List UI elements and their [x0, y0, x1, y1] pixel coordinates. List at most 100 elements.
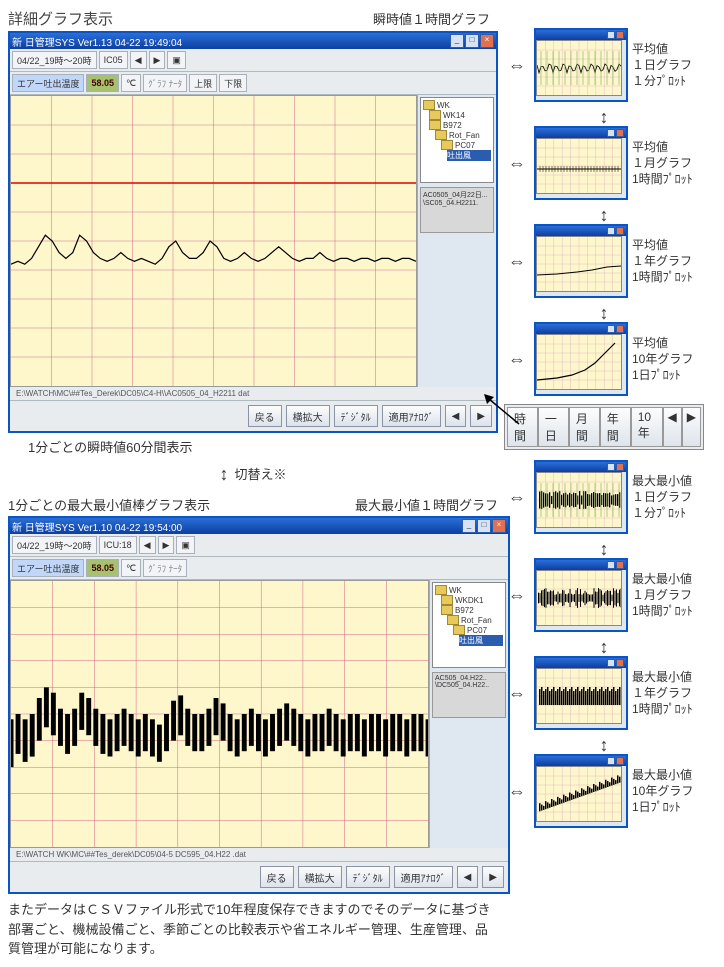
bar-chart: [10, 580, 429, 848]
description-text: またデータはＣＳＶファイル形式で10年程度保存できますのでそのデータに基づき部署…: [8, 900, 498, 959]
leftright-arrow-icon: ⇔: [504, 488, 530, 506]
folder-icon: [423, 100, 435, 110]
back-button[interactable]: 戻る: [248, 405, 282, 427]
thumbnail-label: 最大最小値10年グラフ1日ﾌﾟﾛｯﾄ: [632, 767, 693, 816]
thumbnail-label: 最大最小値１月グラフ1時間ﾌﾟﾛｯﾄ: [632, 571, 693, 620]
folder-icon: [441, 140, 453, 150]
unit-label: ℃: [121, 74, 141, 92]
file-info-box: AC505_04.H22.. \DC505_04.H22..: [432, 672, 506, 718]
thumbnail-label: 平均値１月グラフ1時間ﾌﾟﾛｯﾄ: [632, 139, 693, 188]
updown-arrow-icon: ↕: [504, 736, 704, 754]
thumbnail-window[interactable]: [534, 126, 628, 200]
leftright-arrow-icon: ⇔: [504, 684, 530, 702]
window-title: 新 日管理SYS Ver1.13 04-22 19:49:04: [12, 34, 182, 49]
file-path: E:\WATCH WK\MC\##Tes_derek\DC05\04-5 DC5…: [10, 848, 508, 861]
sub-title-bottom: 最大最小値１時間グラフ: [210, 495, 498, 514]
folder-icon: [429, 110, 441, 120]
nav-prev-icon[interactable]: ◀: [457, 866, 479, 888]
leftright-arrow-icon: ⇔: [504, 56, 530, 74]
range-day-button[interactable]: 一日: [538, 407, 569, 447]
digital-button[interactable]: ﾃﾞｼﾞﾀﾙ: [334, 405, 378, 427]
sub-title-top: 瞬時値１時間グラフ: [113, 9, 490, 28]
nav-next-icon[interactable]: ▶: [149, 51, 166, 69]
range-next-icon[interactable]: ▶: [682, 407, 701, 447]
thumbnail-label: 最大最小値１日グラフ１分ﾌﾟﾛｯﾄ: [632, 473, 692, 522]
toolbar-misc[interactable]: ▣: [167, 51, 186, 69]
thumbnail-window[interactable]: [534, 28, 628, 102]
nav-next-icon[interactable]: ▶: [158, 536, 175, 554]
thumbnail-label: 平均値10年グラフ1日ﾌﾟﾛｯﾄ: [632, 335, 693, 384]
maximize-icon[interactable]: □: [465, 34, 479, 48]
analog-button[interactable]: 適用ｱﾅﾛｸﾞ: [394, 866, 453, 888]
date-selector[interactable]: 04/22_19時～20時: [12, 536, 97, 554]
digital-button[interactable]: ﾃﾞｼﾞﾀﾙ: [346, 866, 390, 888]
range-prev-icon[interactable]: ◀: [663, 407, 682, 447]
folder-icon: [429, 120, 441, 130]
updown-arrow-icon: ↕: [504, 206, 704, 224]
range-year-button[interactable]: 年間: [600, 407, 631, 447]
thumbnail-window[interactable]: [534, 224, 628, 298]
upper-limit-field[interactable]: 上限: [189, 74, 217, 92]
thumbnail-window[interactable]: [534, 322, 628, 396]
caption-line-graph: 1分ごとの瞬時値60分間表示: [28, 437, 498, 456]
date-selector[interactable]: 04/22_19時～20時: [12, 51, 97, 69]
updown-arrow-icon: ↕: [504, 304, 704, 322]
current-value: 58.05: [86, 559, 119, 577]
back-button[interactable]: 戻る: [260, 866, 294, 888]
switch-indicator: ↕ 切替え※: [8, 464, 498, 483]
folder-icon: [435, 585, 447, 595]
lower-limit-field[interactable]: 下限: [219, 74, 247, 92]
maximize-icon[interactable]: □: [477, 519, 491, 533]
window-title-bar[interactable]: 新 日管理SYS Ver1.10 04-22 19:54:00 _ □ ×: [10, 518, 508, 534]
leftright-arrow-icon: ⇔: [504, 350, 530, 368]
nav-prev-icon[interactable]: ◀: [445, 405, 467, 427]
nav-prev-icon[interactable]: ◀: [139, 536, 156, 554]
thumbnail-window[interactable]: [534, 460, 628, 534]
folder-icon: [453, 625, 465, 635]
device-tree[interactable]: WK WK14 B972 Rot_Fan PC07 吐出風: [420, 97, 494, 183]
caption-bar-graph: 1分ごとの最大最小値棒グラフ表示: [8, 495, 210, 514]
pointer-arrow-icon: [484, 394, 524, 434]
current-value: 58.05: [86, 74, 119, 92]
thumbnail-label: 最大最小値１年グラフ1時間ﾌﾟﾛｯﾄ: [632, 669, 693, 718]
window-title-bar[interactable]: 新 日管理SYS Ver1.13 04-22 19:49:04 _ □ ×: [10, 33, 496, 49]
folder-icon: [447, 615, 459, 625]
toolbar-misc[interactable]: ▣: [176, 536, 195, 554]
updown-arrow-icon: ↕: [219, 465, 228, 483]
nav-prev-icon[interactable]: ◀: [130, 51, 147, 69]
leftright-arrow-icon: ⇔: [504, 252, 530, 270]
file-info-box: AC0505_04月22日... \SC05_04.H2211.: [420, 187, 494, 233]
range-10year-button[interactable]: 10年: [631, 407, 663, 447]
unit-label: ℃: [121, 559, 141, 577]
channel-label: エアー吐出温度: [12, 74, 84, 92]
zoom-h-button[interactable]: 横拡大: [298, 866, 342, 888]
updown-arrow-icon: ↕: [504, 540, 704, 558]
thumbnail-window[interactable]: [534, 558, 628, 632]
thumbnail-label: 平均値１年グラフ1時間ﾌﾟﾛｯﾄ: [632, 237, 693, 286]
thumbnail-window[interactable]: [534, 754, 628, 828]
device-tree[interactable]: WK WKDK1 B972 Rot_Fan PC07 吐出風: [432, 582, 506, 668]
thumbnail-label: 平均値１日グラフ１分ﾌﾟﾛｯﾄ: [632, 41, 692, 90]
minimize-icon[interactable]: _: [462, 519, 476, 533]
file-path: E:\WATCH\MC\##Tes_Derek\DC05\C4-H\\AC050…: [10, 387, 496, 400]
minimize-icon[interactable]: _: [450, 34, 464, 48]
tab-graph-data[interactable]: ｸﾞﾗﾌ ﾅｰﾀ: [143, 559, 187, 577]
window-title: 新 日管理SYS Ver1.10 04-22 19:54:00: [12, 519, 182, 534]
nav-next-icon[interactable]: ▶: [482, 866, 504, 888]
code-selector[interactable]: IC05: [99, 51, 128, 69]
channel-label: エアー吐出温度: [12, 559, 84, 577]
close-icon[interactable]: ×: [480, 34, 494, 48]
analog-button[interactable]: 適用ｱﾅﾛｸﾞ: [382, 405, 441, 427]
updown-arrow-icon: ↕: [504, 638, 704, 656]
leftright-arrow-icon: ⇔: [504, 154, 530, 172]
code-selector[interactable]: ICU:18: [99, 536, 137, 554]
range-month-button[interactable]: 月間: [569, 407, 600, 447]
updown-arrow-icon: ↕: [504, 108, 704, 126]
folder-icon: [441, 595, 453, 605]
leftright-arrow-icon: ⇔: [504, 782, 530, 800]
thumbnail-window[interactable]: [534, 656, 628, 730]
maxmin-graph-window: 新 日管理SYS Ver1.10 04-22 19:54:00 _ □ × 04…: [8, 516, 510, 894]
tab-graph-data[interactable]: ｸﾞﾗﾌ ﾅｰﾀ: [143, 74, 187, 92]
range-toolbar: 時間 一日 月間 年間 10年 ◀ ▶: [504, 404, 704, 450]
zoom-h-button[interactable]: 横拡大: [286, 405, 330, 427]
